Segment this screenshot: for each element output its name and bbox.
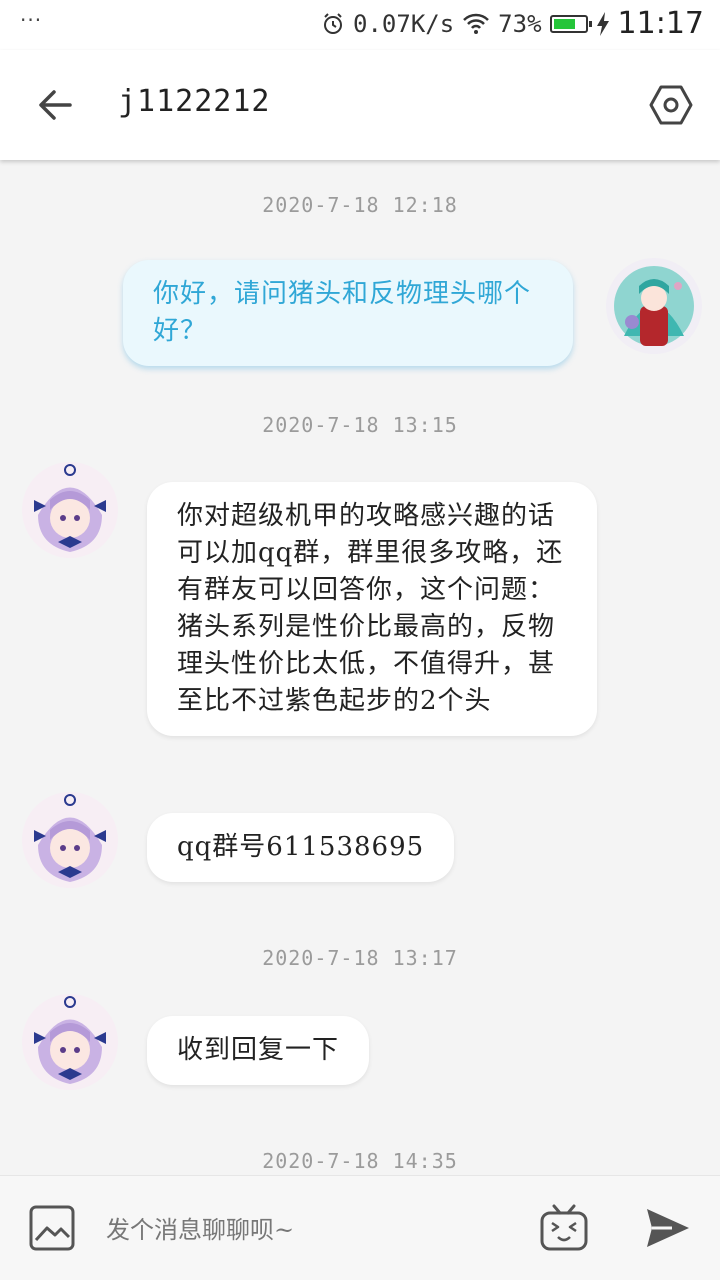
emoji-button[interactable] [538,1202,590,1254]
chat-title: j1122212 [118,84,271,119]
back-button[interactable] [30,80,80,130]
incoming-message-bubble[interactable]: 收到回复一下 [147,1016,370,1085]
chat-header: j1122212 [0,50,720,160]
incoming-message-bubble[interactable]: qq群号611538695 [147,813,455,882]
contact-avatar[interactable] [20,992,120,1092]
settings-button[interactable] [648,82,694,128]
send-button[interactable] [644,1206,692,1250]
anime-girl-avatar-image [22,462,118,558]
notification-dots: ··· [20,8,43,32]
status-bar-right: 0.07K/s 73% 11:17 [321,6,704,41]
battery-icon [549,14,592,33]
outgoing-message-bubble[interactable]: 你好，请问猪头和反物理头哪个好？ [123,260,573,366]
message-list[interactable]: 2020-7-18 12:18 你好，请问猪头和反物理头哪个好？ 2020-7-… [0,160,720,1175]
anime-girl-avatar-image [22,994,118,1090]
incoming-message-bubble[interactable]: 你对超级机甲的攻略感兴趣的话可以加qq群，群里很多攻略，还有群友可以回答你，这个… [147,482,597,736]
charging-icon [596,11,609,36]
battery-percent: 73% [498,9,542,38]
timestamp: 2020-7-18 14:35 [262,1149,458,1173]
wifi-icon [463,13,490,34]
message-input-bar [0,1175,720,1280]
timestamp: 2020-7-18 13:17 [262,946,458,970]
anime-girl-avatar-image [606,258,702,354]
image-button[interactable] [28,1204,76,1252]
my-avatar[interactable] [604,256,704,356]
network-speed: 0.07K/s [353,9,455,38]
anime-girl-avatar-image [22,792,118,888]
image-icon [29,1205,75,1251]
bilibili-emoji-icon [540,1204,588,1251]
status-bar: ··· 0.07K/s 73% 11:17 [0,0,720,50]
contact-avatar[interactable] [20,790,120,890]
send-icon [647,1209,689,1247]
message-input[interactable] [104,1206,508,1254]
timestamp: 2020-7-18 13:15 [262,413,458,437]
arrow-left-icon [39,90,72,120]
contact-avatar[interactable] [20,460,120,560]
clock: 11:17 [617,6,704,41]
hexagon-settings-icon [649,85,693,125]
battery-fill [553,18,576,29]
timestamp: 2020-7-18 12:18 [262,193,458,217]
alarm-icon [324,12,343,34]
chat-screen: ··· 0.07K/s 73% 11:17 j1122212 2020-7-18… [0,0,720,1280]
